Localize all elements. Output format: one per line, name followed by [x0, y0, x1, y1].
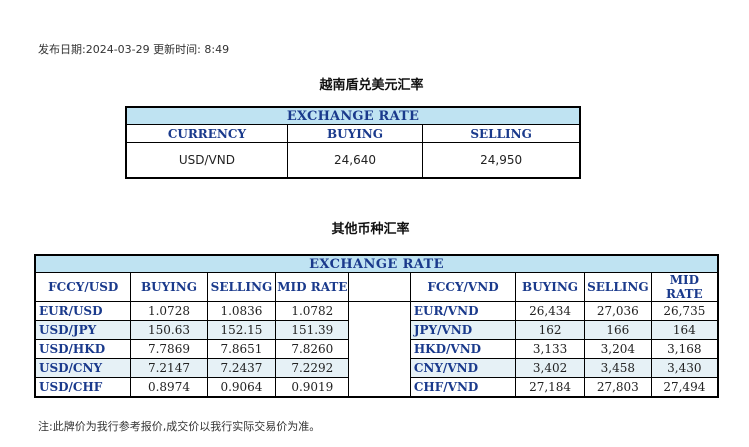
publish-date-label: 发布日期:: [38, 43, 86, 56]
right-selling: 27,803: [583, 377, 652, 398]
header-buying: BUYING: [286, 124, 424, 143]
header-fccy-usd: FCCY/USD: [34, 272, 132, 302]
left-buying: 7.2147: [130, 358, 208, 378]
left-selling: 1.0836: [206, 301, 277, 321]
column-gap: [348, 272, 411, 302]
pair-vnd: CHF/VND: [409, 377, 517, 398]
left-selling: 7.2437: [206, 358, 277, 378]
header-currency: CURRENCY: [125, 124, 288, 143]
cell-currency: USD/VND: [125, 142, 288, 179]
pair-vnd: CNY/VND: [409, 358, 517, 378]
right-selling: 3,204: [583, 339, 652, 359]
column-gap: [348, 301, 411, 321]
header-right-mid-rate: MID RATE: [650, 272, 719, 302]
pair-usd: USD/HKD: [34, 339, 132, 359]
other-currencies-rate-table: EXCHANGE RATE FCCY/USD BUYING SELLING MI…: [34, 254, 719, 398]
pair-vnd: EUR/VND: [409, 301, 517, 321]
column-gap: [348, 377, 411, 397]
left-selling: 152.15: [206, 320, 277, 340]
left-selling: 0.9064: [206, 377, 277, 398]
left-selling: 7.8651: [206, 339, 277, 359]
header-left-buying: BUYING: [130, 272, 208, 302]
cell-buying: 24,640: [286, 142, 424, 179]
table-row: EUR/USD 1.0728 1.0836 1.0782 EUR/VND 26,…: [34, 301, 719, 321]
right-selling: 166: [583, 320, 652, 340]
table-row: USD/JPY 150.63 152.15 151.39 JPY/VND 162…: [34, 320, 719, 340]
other-currencies-title: 其他币种汇率: [331, 222, 410, 237]
right-selling: 27,036: [583, 301, 652, 321]
column-gap: [348, 339, 411, 359]
header-right-buying: BUYING: [515, 272, 585, 302]
cell-selling: 24,950: [422, 142, 581, 179]
header-fccy-vnd: FCCY/VND: [409, 272, 517, 302]
disclaimer-note: 注:此牌价为我行参考报价,成交价以我行实际交易价为准。: [38, 420, 321, 433]
right-mid: 3,430: [650, 358, 719, 378]
right-selling: 3,458: [583, 358, 652, 378]
vnd-usd-rate-table: EXCHANGE RATE CURRENCY BUYING SELLING US…: [125, 106, 581, 179]
vnd-usd-title: 越南盾兑美元汇率: [319, 78, 424, 93]
right-buying: 27,184: [515, 377, 585, 398]
right-mid: 27,494: [650, 377, 719, 398]
header-left-selling: SELLING: [206, 272, 277, 302]
right-buying: 3,402: [515, 358, 585, 378]
pair-usd: USD/CNY: [34, 358, 132, 378]
column-gap: [348, 358, 411, 378]
header-selling: SELLING: [422, 124, 581, 143]
left-buying: 1.0728: [130, 301, 208, 321]
publish-date: 2024-03-29: [85, 43, 150, 56]
left-mid: 7.2292: [275, 358, 350, 378]
column-gap: [348, 320, 411, 340]
right-buying: 3,133: [515, 339, 585, 359]
update-time-label: 更新时间:: [153, 43, 201, 56]
publish-info: 发布日期:2024-03-29 更新时间: 8:49: [38, 41, 229, 57]
table-row: USD/CNY 7.2147 7.2437 7.2292 CNY/VND 3,4…: [34, 358, 719, 378]
left-buying: 7.7869: [130, 339, 208, 359]
table-row: USD/HKD 7.7869 7.8651 7.8260 HKD/VND 3,1…: [34, 339, 719, 359]
left-buying: 150.63: [130, 320, 208, 340]
left-mid: 151.39: [275, 320, 350, 340]
left-mid: 0.9019: [275, 377, 350, 398]
right-buying: 26,434: [515, 301, 585, 321]
header-left-mid-rate: MID RATE: [275, 272, 350, 302]
table-row: USD/CHF 0.8974 0.9064 0.9019 CHF/VND 27,…: [34, 377, 719, 398]
pair-usd: EUR/USD: [34, 301, 132, 321]
right-mid: 164: [650, 320, 719, 340]
pair-usd: USD/CHF: [34, 377, 132, 398]
exchange-rate-bar: EXCHANGE RATE: [125, 106, 581, 125]
right-mid: 3,168: [650, 339, 719, 359]
pair-vnd: JPY/VND: [409, 320, 517, 340]
pair-usd: USD/JPY: [34, 320, 132, 340]
left-mid: 7.8260: [275, 339, 350, 359]
right-buying: 162: [515, 320, 585, 340]
right-mid: 26,735: [650, 301, 719, 321]
pair-vnd: HKD/VND: [409, 339, 517, 359]
exchange-rate-bar-2: EXCHANGE RATE: [34, 254, 719, 273]
left-mid: 1.0782: [275, 301, 350, 321]
update-time: 8:49: [204, 43, 230, 56]
header-right-selling: SELLING: [583, 272, 652, 302]
left-buying: 0.8974: [130, 377, 208, 398]
